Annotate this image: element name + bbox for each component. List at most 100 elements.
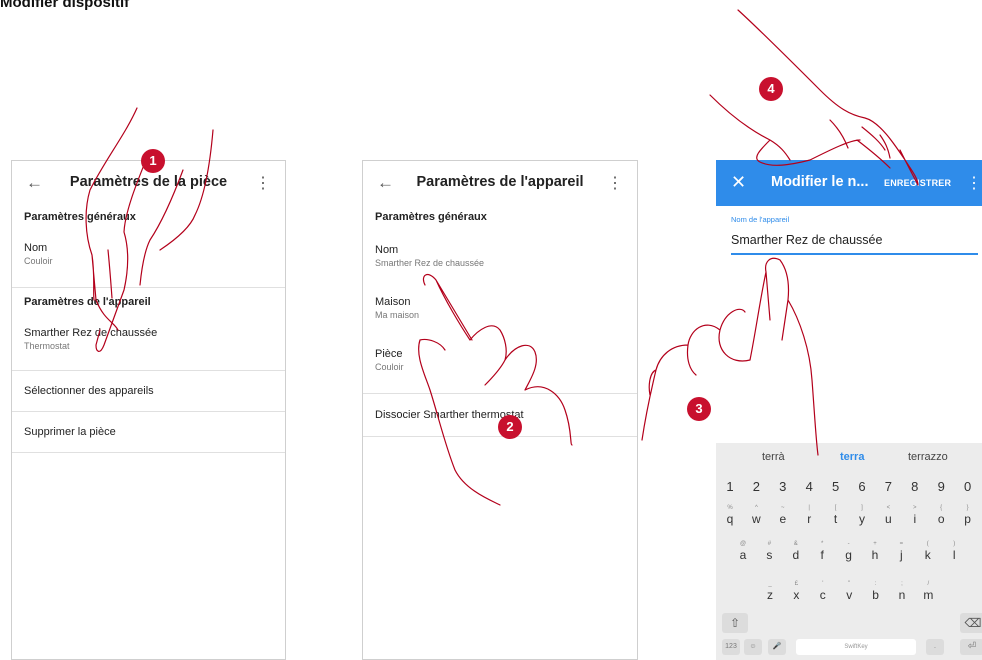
letter-key[interactable]: | r: [799, 505, 819, 526]
screen-title: Modifier le n...: [771, 174, 869, 190]
letter-key[interactable]: } p: [958, 505, 978, 526]
number-key[interactable]: 0: [958, 479, 978, 494]
key-letter: i: [913, 512, 917, 526]
delete-room-item[interactable]: Supprimer la pièce: [12, 412, 285, 452]
suggestion-center[interactable]: terra: [840, 451, 864, 463]
save-button[interactable]: ENREGISTRER: [884, 178, 951, 188]
letter-key[interactable]: [t: [826, 505, 846, 526]
hand-4-outline: [709, 9, 919, 186]
letter-key[interactable]: " v: [839, 581, 859, 602]
device-item[interactable]: Smarther Rez de chaussée Thermostat: [12, 326, 285, 370]
room-item[interactable]: Pièce Couloir: [363, 343, 637, 393]
key-letter: e: [779, 512, 787, 526]
number-key[interactable]: 1: [720, 479, 740, 494]
key-hint: ;: [901, 581, 903, 587]
key-hint: -: [847, 541, 850, 547]
letter-key[interactable]: -g: [839, 541, 859, 562]
number-key[interactable]: 3: [773, 479, 793, 494]
key-hint: =: [899, 541, 904, 547]
key-hint: {: [940, 505, 943, 511]
number-key[interactable]: 5: [826, 479, 846, 494]
close-icon[interactable]: ✕: [731, 172, 746, 193]
step-badge-1: 1: [141, 149, 165, 173]
home-item[interactable]: Maison Ma maison: [363, 291, 637, 343]
room-name-value: Couloir: [24, 256, 53, 266]
room-name-label: Nom: [24, 242, 48, 254]
letter-key[interactable]: (k: [918, 541, 938, 562]
space-bar[interactable]: SwiftKey: [796, 639, 916, 655]
key-letter: r: [807, 512, 812, 526]
input-underline: [731, 253, 978, 255]
letter-key[interactable]: ) l: [944, 541, 964, 562]
backspace-key-icon[interactable]: ⌫: [960, 613, 982, 633]
number-key[interactable]: 7: [878, 479, 898, 494]
letter-key[interactable]: @ a: [733, 541, 753, 562]
letter-key[interactable]: < u: [878, 505, 898, 526]
letter-key[interactable]: / m: [918, 581, 938, 602]
suggestion-right[interactable]: terrazzo: [908, 451, 948, 463]
device-name: Smarther Rez de chaussée: [24, 327, 158, 339]
letter-key[interactable]: :b: [866, 581, 886, 602]
key-hint: @: [739, 541, 747, 547]
key-letter: q: [726, 512, 734, 526]
mic-key-icon[interactable]: 🎤: [768, 639, 786, 655]
device-name-input[interactable]: Smarther Rez de chaussée: [731, 233, 882, 247]
letter-key[interactable]: & d: [786, 541, 806, 562]
number-key[interactable]: 9: [931, 479, 951, 494]
key-hint: >: [913, 505, 917, 511]
period-key[interactable]: .: [926, 639, 944, 655]
letter-key[interactable]: ; n: [892, 581, 912, 602]
key-hint: +: [873, 541, 877, 547]
overflow-menu-icon[interactable]: ⋮: [607, 173, 623, 193]
enter-key-icon[interactable]: ⏎: [960, 639, 982, 655]
room-name-item[interactable]: Nom Couloir: [12, 237, 285, 287]
device-name-label: Nom: [375, 244, 399, 256]
letter-key[interactable]: % q: [720, 505, 740, 526]
step-badge-2: 2: [498, 415, 522, 439]
key-letter: d: [792, 548, 800, 562]
shift-key-icon[interactable]: ⇧: [722, 613, 748, 633]
number-key[interactable]: 2: [746, 479, 766, 494]
on-screen-keyboard: terrà terra terrazzo 1234567890 % q ^ w ~ e | r…: [716, 443, 982, 660]
device-name-item[interactable]: Nom Smarther Rez de chaussée: [363, 237, 637, 291]
key-hint: ): [953, 541, 956, 547]
number-key[interactable]: 4: [799, 479, 819, 494]
key-letter: v: [846, 588, 853, 602]
divider: [363, 436, 637, 437]
letter-key[interactable]: > i: [905, 505, 925, 526]
letter-key[interactable]: # s: [759, 541, 779, 562]
letter-key[interactable]: _ z: [760, 581, 780, 602]
key-letter: l: [952, 548, 956, 562]
section-general-header: Paramètres généraux: [375, 211, 487, 223]
emoji-key-icon[interactable]: ☺: [744, 639, 762, 655]
suggestion-left[interactable]: terrà: [762, 451, 785, 463]
page-title: Modifier dispositif: [0, 0, 130, 11]
letter-key[interactable]: {o: [931, 505, 951, 526]
divider: [12, 452, 285, 453]
letter-key[interactable]: + h: [865, 541, 885, 562]
key-hint: %: [727, 505, 733, 511]
device-type: Thermostat: [24, 341, 70, 351]
key-letter: y: [859, 512, 865, 526]
rename-device-screen: ✕ Modifier le n... ENREGISTRER ⋮ Nom de …: [716, 160, 982, 660]
overflow-menu-icon[interactable]: ⋮: [966, 173, 982, 193]
key-hint: *: [821, 541, 824, 547]
key-letter: o: [937, 512, 945, 526]
numbers-key[interactable]: 123: [722, 639, 740, 655]
number-key[interactable]: 6: [852, 479, 872, 494]
letter-key[interactable]: = j: [891, 541, 911, 562]
suggestion-bar: terrà terra terrazzo: [716, 443, 982, 471]
letter-key[interactable]: * f: [812, 541, 832, 562]
key-hint: ": [848, 581, 851, 587]
letter-key[interactable]: ~ e: [773, 505, 793, 526]
key-hint: ]: [861, 505, 863, 511]
overflow-menu-icon[interactable]: ⋮: [255, 173, 271, 193]
key-hint: ^: [754, 505, 758, 511]
number-key[interactable]: 8: [905, 479, 925, 494]
letter-key[interactable]: ' c: [813, 581, 833, 602]
letter-key[interactable]: ^ w: [746, 505, 766, 526]
letter-key[interactable]: ] y: [852, 505, 872, 526]
letter-key[interactable]: £ x: [786, 581, 806, 602]
section-device-header: Paramètres de l'appareil: [24, 296, 151, 308]
select-devices-item[interactable]: Sélectionner des appareils: [12, 371, 285, 411]
